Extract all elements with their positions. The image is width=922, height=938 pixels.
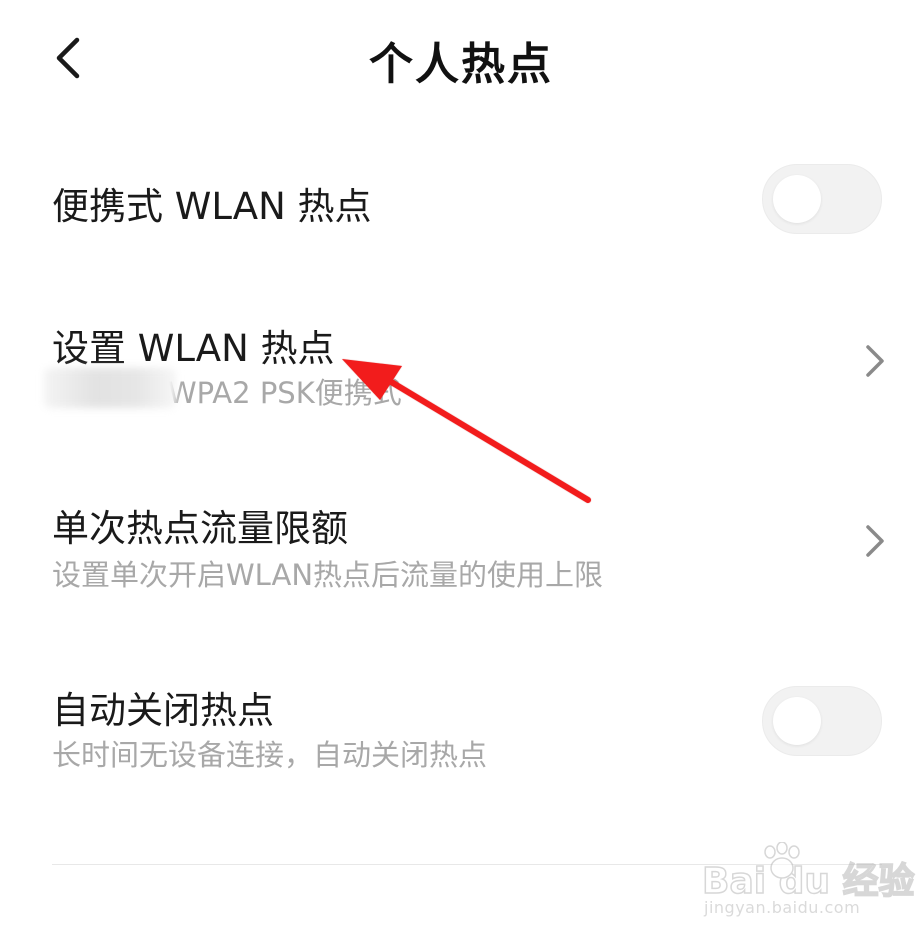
setting-title: 自动关闭热点 [52, 689, 274, 732]
setting-row-data-limit[interactable]: 单次热点流量限额 设置单次开启WLAN热点后流量的使用上限 [0, 480, 922, 610]
toggle-knob [773, 175, 821, 223]
setting-title: 设置 WLAN 热点 [52, 327, 335, 370]
chevron-right-icon [866, 345, 884, 377]
setting-subtitle: 设置单次开启WLAN热点后流量的使用上限 [52, 558, 604, 592]
watermark-logo: Bai du 经验 [701, 860, 915, 903]
setting-title: 单次热点流量限额 [52, 507, 348, 550]
header-bar: 个人热点 [0, 0, 922, 118]
setting-row-portable-hotspot[interactable]: 便携式 WLAN 热点 [0, 150, 922, 250]
setting-subtitle: 长时间无设备连接，自动关闭热点 [52, 738, 488, 772]
page-title: 个人热点 [369, 39, 553, 90]
setting-row-auto-off[interactable]: 自动关闭热点 长时间无设备连接，自动关闭热点 [0, 662, 922, 792]
setting-title: 便携式 WLAN 热点 [52, 185, 372, 228]
chevron-right-icon [866, 525, 884, 557]
auto-off-toggle[interactable] [762, 686, 882, 756]
red-annotation-arrow [342, 359, 591, 503]
toggle-knob [773, 697, 821, 745]
setting-subtitle: WPA2 PSK便携式 [168, 376, 402, 410]
portable-hotspot-toggle[interactable] [762, 164, 882, 234]
baidu-jingyan-watermark: Bai du 经验 jingyan.baidu.com [701, 842, 915, 922]
obscured-hotspot-name [44, 368, 176, 408]
setting-row-setup-hotspot[interactable]: 设置 WLAN 热点 WPA2 PSK便携式 [0, 300, 922, 430]
watermark-url: jingyan.baidu.com [704, 898, 861, 917]
paw-icon [764, 842, 800, 879]
